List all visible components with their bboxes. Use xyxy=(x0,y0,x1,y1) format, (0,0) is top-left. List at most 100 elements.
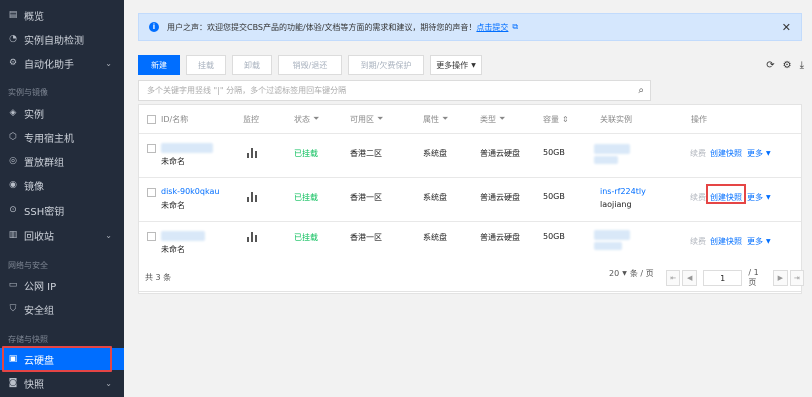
overview-icon: ▤ xyxy=(8,10,18,20)
close-icon[interactable]: ✕ xyxy=(782,21,791,34)
sidebar-item-label: 置放群组 xyxy=(24,157,64,169)
sidebar-item-self-check[interactable]: ◔ 实例自助检测 xyxy=(0,28,124,50)
expire-protect-button[interactable]: 到期/欠费保护 xyxy=(348,55,424,75)
monitor-chart-icon[interactable] xyxy=(247,232,257,242)
security-group-icon: ⛉ xyxy=(9,304,17,314)
prev-page-icon[interactable]: ◀ xyxy=(682,270,697,286)
col-header-zone[interactable]: 可用区 ⏷ xyxy=(350,105,383,133)
nav-group-title: 实例与镜像 xyxy=(8,88,48,97)
sidebar-item-public-ip[interactable]: ▭ 公网 IP xyxy=(0,274,124,296)
col-header-type[interactable]: 类型 ⏷ xyxy=(480,105,505,133)
monitor-chart-icon[interactable] xyxy=(247,148,257,158)
col-header-capacity[interactable]: 容量 ⇕ xyxy=(543,105,569,133)
redacted-instance xyxy=(594,144,630,154)
zone: 香港一区 xyxy=(350,193,382,202)
disk-id-link[interactable]: disk-90k0qkau xyxy=(161,187,219,196)
select-all-checkbox[interactable] xyxy=(147,115,156,124)
capacity: 50GB xyxy=(543,192,565,201)
external-link-icon[interactable]: ⧉ xyxy=(512,22,518,32)
instance-id-link[interactable]: ins-rf224tly xyxy=(600,187,646,196)
terminate-button[interactable]: 销毁/退还 xyxy=(278,55,342,75)
attribute: 系统盘 xyxy=(423,149,447,158)
sidebar-item-label: 安全组 xyxy=(24,305,54,317)
sidebar-item-label: 自动化助手 xyxy=(24,59,74,71)
highlight-box xyxy=(706,184,746,204)
status-badge: 已挂载 xyxy=(294,193,318,202)
first-page-icon[interactable]: ⇤ xyxy=(666,270,681,286)
more-link[interactable]: 更多 ▼ xyxy=(747,148,771,159)
caret-down-icon: ▼ xyxy=(622,270,627,277)
refresh-icon[interactable]: ⟳ xyxy=(766,60,774,71)
more-label: 更多 xyxy=(747,237,763,246)
sidebar-item-ssh[interactable]: ⊙ SSH密钥 xyxy=(0,199,124,221)
renew-link[interactable]: 续费 xyxy=(690,148,706,159)
col-header-monitor: 监控 xyxy=(243,114,259,124)
filter-icon[interactable]: ⏷ xyxy=(442,114,448,124)
page-total: / 1 页 xyxy=(748,268,759,287)
sidebar-item-label: 快照 xyxy=(24,379,44,391)
download-icon[interactable]: ⤓ xyxy=(800,60,804,71)
status-badge: 已挂载 xyxy=(294,233,318,242)
more-link[interactable]: 更多 ▼ xyxy=(747,236,771,247)
search-placeholder: 多个关键字用竖线 "|" 分隔，多个过滤标签用回车键分隔 xyxy=(147,86,347,95)
sidebar-item-automation[interactable]: ⚙ 自动化助手 ⌄ xyxy=(0,52,124,74)
disk-type: 普通云硬盘 xyxy=(480,193,520,202)
filter-icon[interactable]: ⏷ xyxy=(499,114,505,124)
caret-down-icon: ▼ xyxy=(766,150,771,157)
settings-icon[interactable]: ⚙ xyxy=(783,60,792,71)
notice-text: 用户之声：欢迎您提交CBS产品的功能/体验/文档等方面的需求和建议，期待您的声音… xyxy=(167,22,477,32)
capacity: 50GB xyxy=(543,148,565,157)
page-input[interactable]: 1 xyxy=(702,270,743,286)
sidebar-item-recycle[interactable]: ▥ 回收站 ⌄ xyxy=(0,224,124,246)
caret-down-icon: ▼ xyxy=(471,61,476,69)
sidebar-item-placement[interactable]: ◎ 置放群组 xyxy=(0,150,124,172)
disk-name: 未命名 xyxy=(161,201,185,210)
sidebar-item-host[interactable]: ⬡ 专用宿主机 xyxy=(0,126,124,148)
chevron-down-icon: ⌄ xyxy=(105,378,112,388)
caret-down-icon: ▼ xyxy=(766,194,771,201)
pagination: ⇤ ◀ 1 / 1 页 ▶ ⇥ xyxy=(666,268,804,288)
col-header-status[interactable]: 状态 ⏷ xyxy=(294,105,319,133)
sidebar-item-overview[interactable]: ▤ 概览 xyxy=(0,4,124,26)
create-snapshot-link[interactable]: 创建快照 xyxy=(710,236,742,247)
renew-link[interactable]: 续费 xyxy=(690,192,706,203)
next-page-icon[interactable]: ▶ xyxy=(773,270,788,286)
search-icon[interactable]: ⌕ xyxy=(638,85,644,96)
info-icon: i xyxy=(149,22,159,32)
sidebar-item-label: 概览 xyxy=(24,11,44,23)
main-content: i 用户之声：欢迎您提交CBS产品的功能/体验/文档等方面的需求和建议，期待您的… xyxy=(124,0,812,397)
col-header-type-label: 类型 xyxy=(480,114,496,124)
table-footer: 共 3 条 20 ▼ 条 / 页 ⇤ ◀ 1 / 1 页 ▶ ⇥ xyxy=(138,262,804,292)
row-checkbox[interactable] xyxy=(147,188,156,197)
sort-icon[interactable]: ⇕ xyxy=(562,115,569,124)
monitor-chart-icon[interactable] xyxy=(247,192,257,202)
row-checkbox[interactable] xyxy=(147,232,156,241)
capacity: 50GB xyxy=(543,232,565,241)
more-link[interactable]: 更多 ▼ xyxy=(747,192,771,203)
page-size-value: 20 xyxy=(609,269,620,278)
zone: 香港二区 xyxy=(350,149,382,158)
notice-submit-link[interactable]: 点击提交 xyxy=(476,22,508,33)
search-input[interactable]: 多个关键字用竖线 "|" 分隔，多个过滤标签用回车键分隔 ⌕ xyxy=(138,80,651,101)
more-label: 更多 xyxy=(747,149,763,158)
last-page-icon[interactable]: ⇥ xyxy=(789,270,804,286)
sidebar-item-image[interactable]: ◉ 镜像 xyxy=(0,174,124,196)
renew-link[interactable]: 续费 xyxy=(690,236,706,247)
col-header-attribute[interactable]: 属性 ⏷ xyxy=(423,105,448,133)
unmount-button[interactable]: 卸载 xyxy=(232,55,272,75)
more-actions-dropdown[interactable]: 更多操作 ▼ xyxy=(430,55,482,75)
sidebar-item-security-group[interactable]: ⛉ 安全组 xyxy=(0,298,124,320)
create-snapshot-link[interactable]: 创建快照 xyxy=(710,148,742,159)
col-header-zone-label: 可用区 xyxy=(350,114,374,124)
table-row: 未命名 已挂载 香港二区 系统盘 普通云硬盘 50GB 续费 创建快照 更多 ▼ xyxy=(139,133,801,177)
filter-icon[interactable]: ⏷ xyxy=(313,114,319,124)
filter-icon[interactable]: ⏷ xyxy=(377,114,383,124)
mount-button[interactable]: 挂载 xyxy=(186,55,226,75)
sidebar-item-label: 实例 xyxy=(24,109,44,121)
row-checkbox[interactable] xyxy=(147,144,156,153)
page-size-select[interactable]: 20 ▼ 条 / 页 xyxy=(609,268,654,279)
disk-type: 普通云硬盘 xyxy=(480,149,520,158)
sidebar-item-snapshot[interactable]: ◙ 快照 ⌄ xyxy=(0,372,124,394)
sidebar-item-instance[interactable]: ◈ 实例 xyxy=(0,102,124,124)
new-button[interactable]: 新建 xyxy=(138,55,180,75)
